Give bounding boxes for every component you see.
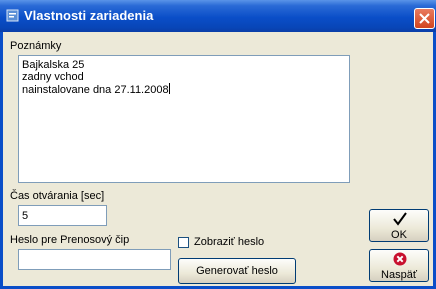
open-time-label: Čas otvárania [sec] xyxy=(10,190,105,202)
close-button[interactable] xyxy=(414,8,435,29)
text-caret xyxy=(168,83,170,94)
notes-label: Poznámky xyxy=(10,40,62,52)
show-password-label[interactable]: Zobraziť heslo xyxy=(194,236,264,248)
back-button[interactable]: Naspäť xyxy=(369,249,429,282)
open-time-value: 5 xyxy=(22,210,29,222)
show-password-checkbox[interactable] xyxy=(178,237,189,248)
dialog-window: Vlastnosti zariadenia Poznámky Bajkalska… xyxy=(0,0,436,289)
window-icon xyxy=(6,9,19,22)
notes-textarea[interactable]: Bajkalska 25 zadny vchod nainstalovane d… xyxy=(18,55,350,183)
cancel-icon xyxy=(393,252,407,266)
notes-line: zadny vchod xyxy=(22,71,84,83)
generate-password-button[interactable]: Generovať heslo xyxy=(178,258,296,284)
open-time-input[interactable]: 5 xyxy=(18,205,107,226)
title-bar[interactable]: Vlastnosti zariadenia xyxy=(0,0,436,32)
ok-button[interactable]: OK xyxy=(369,209,429,242)
checkmark-icon xyxy=(393,212,407,226)
notes-line: nainstalovane dna 27.11.2008 xyxy=(22,84,169,96)
notes-text: Bajkalska 25 zadny vchod nainstalovane d… xyxy=(22,59,170,96)
password-label: Heslo pre Prenosový čip xyxy=(10,234,130,246)
notes-line: Bajkalska 25 xyxy=(22,59,85,71)
generate-password-label: Generovať heslo xyxy=(196,265,278,277)
back-label: Naspäť xyxy=(381,269,417,281)
window-title: Vlastnosti zariadenia xyxy=(24,8,154,23)
close-icon xyxy=(419,13,430,24)
ok-label: OK xyxy=(391,229,407,241)
window-border-left xyxy=(0,32,3,289)
password-input[interactable] xyxy=(18,249,171,270)
